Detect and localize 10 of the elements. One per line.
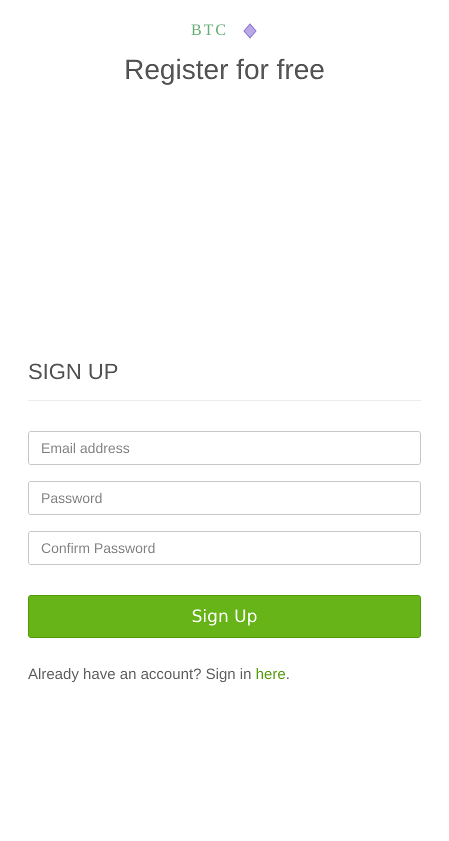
sign-in-prompt: Already have an account? Sign in here. xyxy=(28,666,291,683)
section-heading: SIGN UP xyxy=(28,358,120,386)
sign-in-link[interactable]: here xyxy=(256,666,286,683)
logo-text: BTC xyxy=(190,22,228,40)
input-field[interactable]: Email address xyxy=(28,431,421,465)
input-field[interactable]: Confirm Password xyxy=(28,531,421,565)
page-title: Register for free xyxy=(123,53,326,87)
sign-up-button[interactable]: Sign Up xyxy=(28,595,421,638)
diamond-icon xyxy=(242,23,258,39)
input-field[interactable]: Password xyxy=(28,481,421,515)
